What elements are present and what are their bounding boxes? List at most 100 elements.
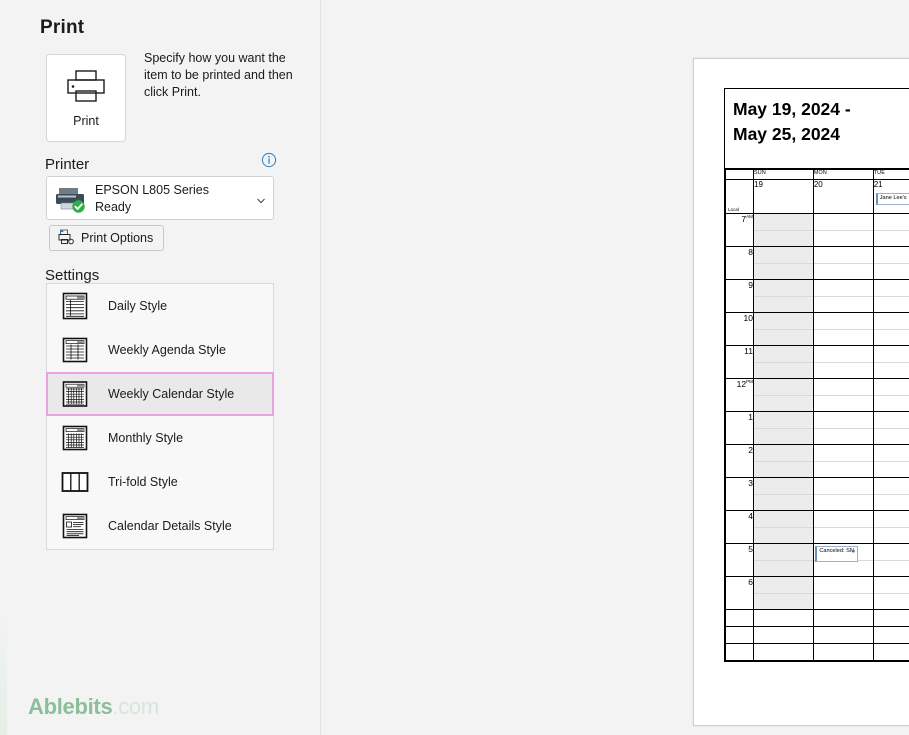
calendar-notes-cell[interactable] xyxy=(872,643,909,661)
calendar-notes-cell[interactable] xyxy=(725,609,754,627)
calendar-slot[interactable] xyxy=(812,312,874,346)
event-resize-handle-icon[interactable]: ✲ xyxy=(851,549,856,556)
calendar-notes-row[interactable] xyxy=(725,609,909,627)
calendar-slot[interactable] xyxy=(753,543,814,577)
half-hour-divider xyxy=(754,494,813,495)
hour-text: 11 xyxy=(744,346,753,356)
calendar-slot[interactable] xyxy=(753,279,814,313)
allday-event[interactable]: Jane Lee's✲ xyxy=(875,193,909,205)
brand-accent-strip xyxy=(0,608,7,735)
calendar-slot[interactable] xyxy=(872,378,909,412)
calendar-slot[interactable] xyxy=(753,411,814,445)
calendar-notes-row[interactable] xyxy=(725,626,909,644)
half-hour-divider xyxy=(813,329,873,330)
calendar-hour-row: 9 xyxy=(725,279,909,313)
style-item-calendar-details[interactable]: Calendar Details Style xyxy=(47,504,273,548)
calendar-details-icon xyxy=(60,511,90,541)
style-item-weekly-agenda[interactable]: Weekly Agenda Style xyxy=(47,328,273,372)
page-number: 1 xyxy=(724,664,909,670)
calendar-slot[interactable] xyxy=(812,345,874,379)
preview-page-content: May 19, 2024 - May 25, 2024 May 2024 SuM… xyxy=(724,88,909,691)
calendar-notes-row[interactable] xyxy=(725,643,909,661)
style-item-label: Monthly Style xyxy=(108,431,184,445)
print-preview-pane: May 19, 2024 - May 25, 2024 May 2024 SuM… xyxy=(321,0,909,735)
calendar-slot[interactable] xyxy=(812,411,874,445)
half-hour-divider xyxy=(813,428,873,429)
calendar-daynumber: 20 xyxy=(813,180,823,189)
calendar-slot[interactable] xyxy=(753,345,814,379)
calendar-slot[interactable] xyxy=(753,510,814,544)
style-item-label: Tri-fold Style xyxy=(108,475,178,489)
calendar-slot[interactable] xyxy=(753,246,814,280)
half-hour-divider xyxy=(873,329,909,330)
calendar-hour-row: 4 xyxy=(725,510,909,544)
calendar-daynumber-cell[interactable]: 19 xyxy=(753,179,814,214)
hour-text: 12 xyxy=(736,379,747,389)
calendar-event[interactable]: Canceled: SN ✲ xyxy=(815,545,859,562)
calendar-slot[interactable] xyxy=(753,213,814,247)
calendar-slot[interactable] xyxy=(872,312,909,346)
calendar-slot[interactable] xyxy=(872,213,909,247)
calendar-slot[interactable] xyxy=(872,510,909,544)
hour-text: 2 xyxy=(748,445,753,455)
calendar-slot[interactable] xyxy=(812,576,874,610)
half-hour-divider xyxy=(873,230,909,231)
calendar-notes-cell[interactable] xyxy=(753,626,814,644)
calendar-slot[interactable] xyxy=(812,378,874,412)
print-options-button[interactable]: Print Options xyxy=(49,225,165,251)
calendar-slot[interactable] xyxy=(812,444,874,478)
hour-text: 5 xyxy=(748,544,753,554)
calendar-slot[interactable] xyxy=(872,411,909,445)
calendar-daynumber-cell[interactable]: 20 xyxy=(812,179,874,214)
calendar-slot[interactable] xyxy=(753,576,814,610)
half-hour-divider xyxy=(813,527,873,528)
chevron-down-icon[interactable] xyxy=(256,193,266,204)
calendar-notes-cell[interactable] xyxy=(812,626,874,644)
printer-select[interactable]: EPSON L805 Series Ready xyxy=(46,176,274,220)
calendar-notes-cell[interactable] xyxy=(812,609,874,627)
half-hour-divider xyxy=(754,527,813,528)
calendar-slot[interactable] xyxy=(753,444,814,478)
hour-meridiem: AM xyxy=(746,214,753,220)
style-item-monthly[interactable]: Monthly Style xyxy=(47,416,273,460)
calendar-slot[interactable] xyxy=(872,576,909,610)
calendar-slot[interactable] xyxy=(872,477,909,511)
calendar-notes-cell[interactable] xyxy=(872,609,909,627)
calendar-notes-cell[interactable] xyxy=(725,626,754,644)
style-item-weekly-calendar[interactable]: Weekly Calendar Style xyxy=(46,372,274,416)
calendar-slot[interactable] xyxy=(872,543,909,577)
calendar-slot[interactable] xyxy=(753,378,814,412)
trifold-style-icon xyxy=(60,467,90,497)
calendar-notes-cell[interactable] xyxy=(725,643,754,661)
calendar-hour-row: 10 xyxy=(725,312,909,346)
calendar-slot[interactable] xyxy=(812,213,874,247)
timezone-cell: Local xyxy=(725,179,754,214)
calendar-slot[interactable] xyxy=(812,510,874,544)
print-description: Specify how you want the item to be prin… xyxy=(144,51,293,99)
style-item-daily[interactable]: Daily Style xyxy=(47,284,273,328)
calendar-notes-cell[interactable] xyxy=(872,626,909,644)
calendar-slot[interactable] xyxy=(753,312,814,346)
calendar-slot[interactable] xyxy=(872,444,909,478)
half-hour-divider xyxy=(813,263,873,264)
calendar-slot[interactable] xyxy=(812,477,874,511)
style-item-trifold[interactable]: Tri-fold Style xyxy=(47,460,273,504)
calendar-slot[interactable] xyxy=(812,279,874,313)
print-options-label: Print Options xyxy=(81,231,154,245)
calendar-hour-row: 6 xyxy=(725,576,909,610)
calendar-slot[interactable] xyxy=(812,246,874,280)
daily-style-icon xyxy=(60,291,90,321)
calendar-daynumber-cell[interactable]: 21 Jane Lee's✲ xyxy=(872,179,909,214)
half-hour-divider xyxy=(873,461,909,462)
calendar-dayname-row: SUNMONTUEWEDNESDAYTHURSDAYFRIDAYSATURDAY xyxy=(725,169,909,180)
calendar-slot[interactable] xyxy=(753,477,814,511)
calendar-daynumber: 19 xyxy=(754,180,763,189)
calendar-slot[interactable] xyxy=(872,246,909,280)
calendar-slot[interactable] xyxy=(872,345,909,379)
calendar-notes-cell[interactable] xyxy=(812,643,874,661)
calendar-notes-cell[interactable] xyxy=(753,643,814,661)
calendar-notes-cell[interactable] xyxy=(753,609,814,627)
info-icon[interactable] xyxy=(261,152,277,168)
print-button[interactable]: Print xyxy=(46,54,126,142)
calendar-slot[interactable] xyxy=(872,279,909,313)
